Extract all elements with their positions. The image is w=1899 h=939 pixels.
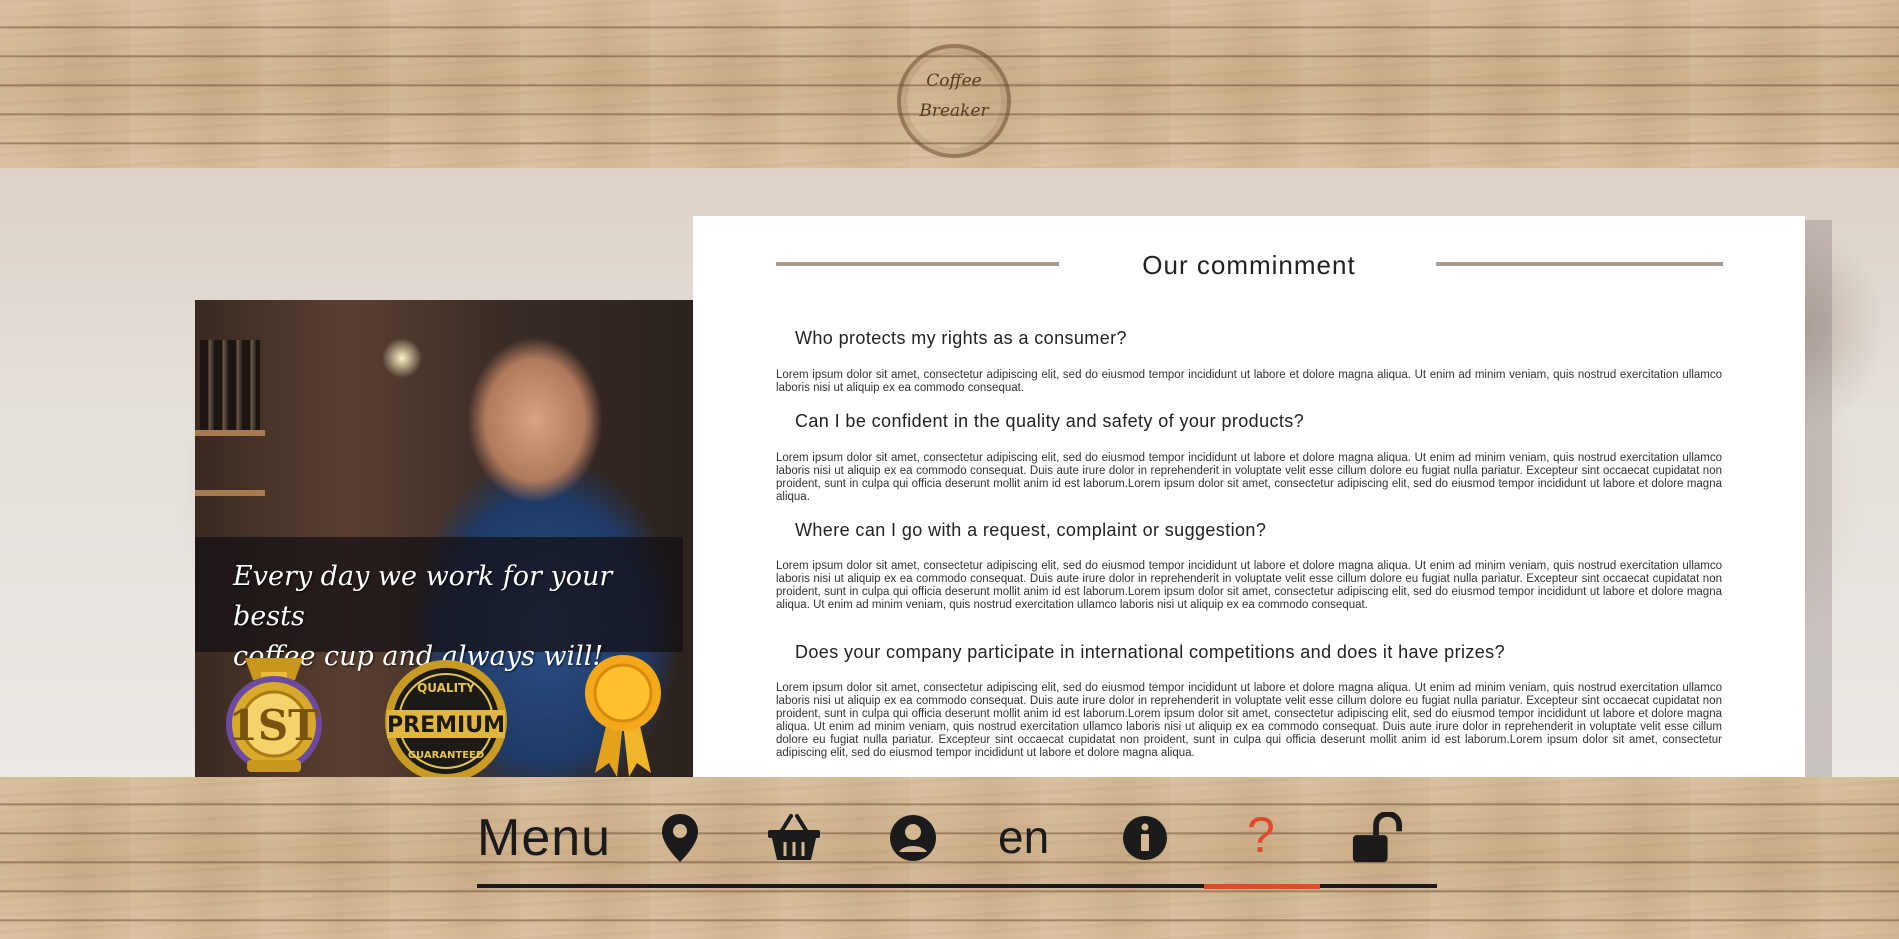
info-icon[interactable] <box>1122 812 1168 864</box>
faq-panel: Our comminment Who protects my rights as… <box>693 216 1805 777</box>
faq-answer: Lorem ipsum dolor sit amet, consectetur … <box>776 369 1722 394</box>
svg-text:QUALITY: QUALITY <box>417 681 475 695</box>
first-place-medal-icon: 1ST <box>226 658 322 772</box>
location-pin-icon[interactable] <box>660 812 700 864</box>
shelf-bottles <box>200 340 260 430</box>
promo-card: Every day we work for your bests coffee … <box>195 300 709 777</box>
brand-line-2: Breaker <box>919 101 989 121</box>
language-selector[interactable]: en <box>998 810 1049 864</box>
svg-text:1ST: 1ST <box>229 701 320 750</box>
award-ribbon-icon <box>585 655 661 777</box>
faq-title: Our comminment <box>1142 250 1356 280</box>
svg-text:PREMIUM: PREMIUM <box>387 713 505 738</box>
brand-line-1: Coffee <box>926 71 982 91</box>
nav-active-indicator <box>1204 884 1320 889</box>
faq-answer: Lorem ipsum dolor sit amet, consectetur … <box>776 560 1722 611</box>
brand-logo[interactable]: Coffee Breaker <box>897 44 1011 158</box>
basket-icon[interactable] <box>767 812 821 864</box>
quality-premium-seal-icon: QUALITY PREMIUM GUARANTEED <box>385 660 507 777</box>
bottom-nav: Menu en ? <box>477 800 1437 890</box>
faq-question: Can I be confident in the quality and sa… <box>795 411 1305 431</box>
user-account-icon[interactable] <box>889 812 937 864</box>
faq-answer: Lorem ipsum dolor sit amet, consectetur … <box>776 452 1722 503</box>
faq-question: Where can I go with a request, complaint… <box>795 520 1267 540</box>
help-link[interactable]: ? <box>1247 806 1275 864</box>
faq-answer: Lorem ipsum dolor sit amet, consectetur … <box>776 682 1722 759</box>
promo-caption: Every day we work for your bests coffee … <box>195 537 683 672</box>
faq-question: Who protects my rights as a consumer? <box>795 328 1127 348</box>
brand-logo-text: Coffee Breaker <box>901 66 1007 126</box>
nav-menu-link[interactable]: Menu <box>477 808 611 868</box>
svg-text:GUARANTEED: GUARANTEED <box>408 750 484 761</box>
unlocked-padlock-icon[interactable] <box>1350 812 1404 864</box>
caption-line-1: Every day we work for your bests <box>233 561 613 632</box>
shelf <box>195 490 265 496</box>
faq-question: Does your company participate in interna… <box>795 642 1505 662</box>
shelf <box>195 430 265 436</box>
